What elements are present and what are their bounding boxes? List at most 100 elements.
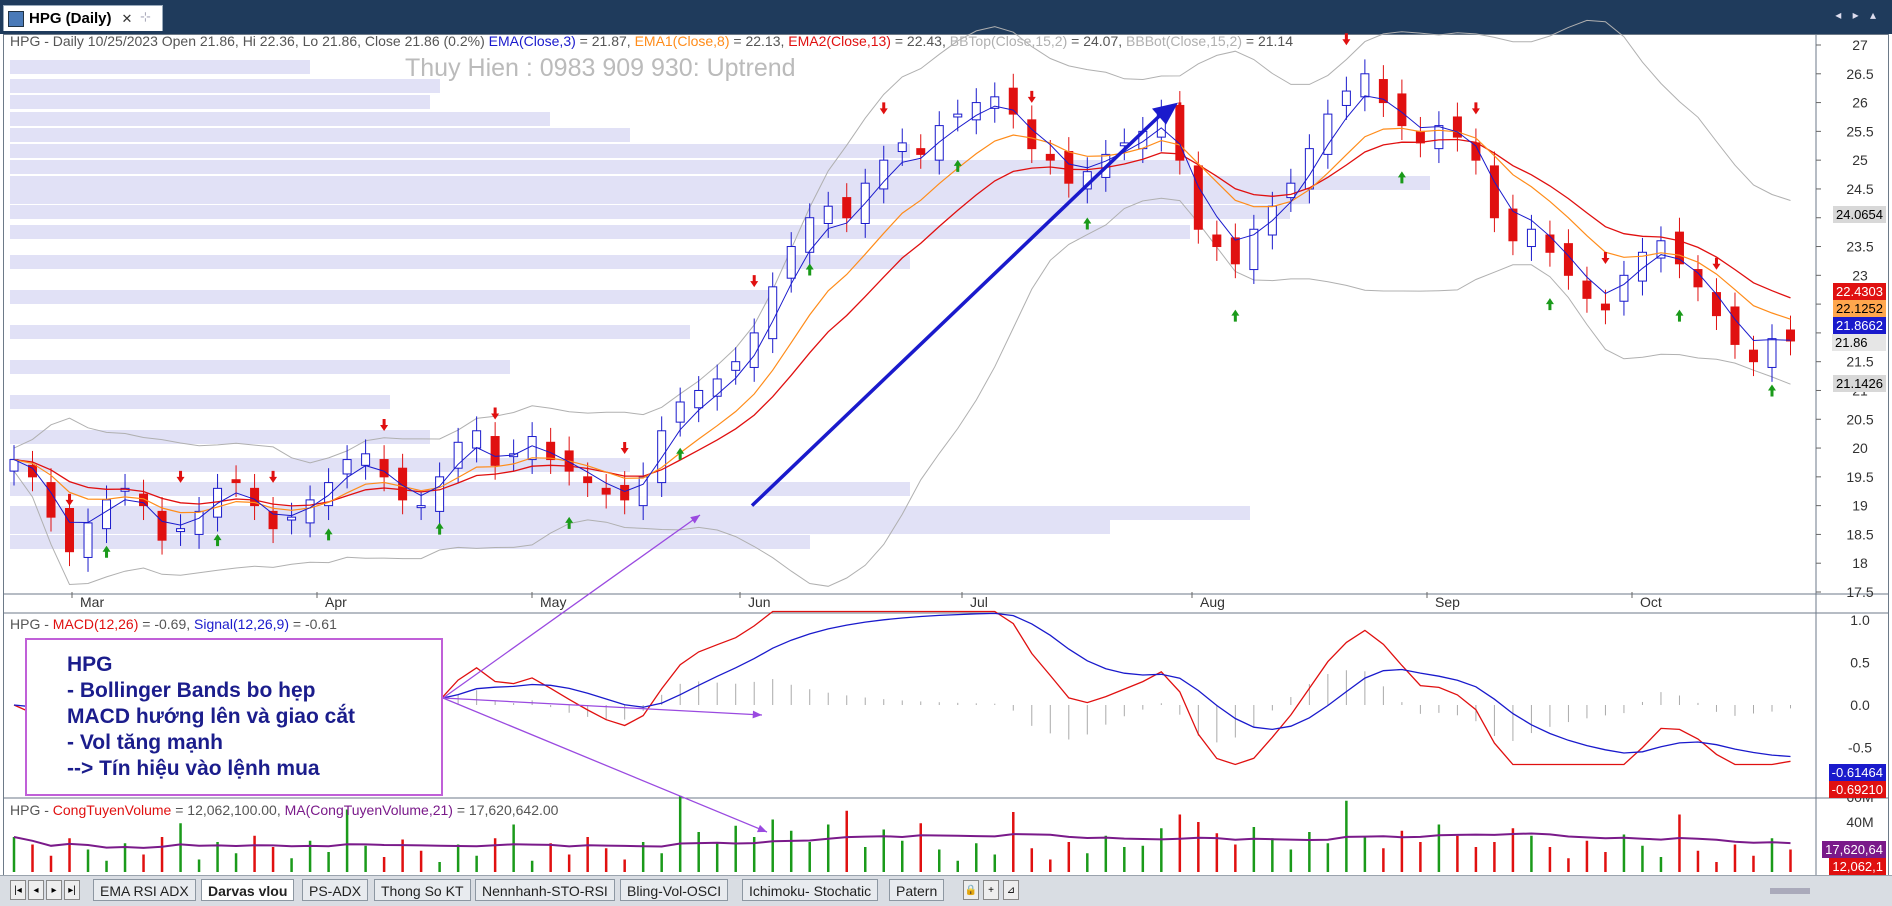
ema1-label: EMA1(Close,8) bbox=[634, 33, 730, 49]
buy-arrow-icon bbox=[1767, 384, 1776, 397]
candle-body bbox=[934, 125, 944, 161]
candle-body bbox=[1360, 73, 1370, 98]
candle-body bbox=[601, 487, 611, 495]
price-tick-label: 26.5 bbox=[1846, 66, 1873, 82]
volume-price-label: 12,062,1 bbox=[1829, 858, 1886, 875]
macd-tick-label: 0.0 bbox=[1850, 697, 1870, 713]
candle-body bbox=[1619, 274, 1629, 302]
sheet-tab-ichimoku[interactable]: Ichimoku- Stochatic bbox=[742, 879, 879, 901]
annotation-line-3: MACD hướng lên và giao cắt bbox=[67, 705, 356, 728]
volume-tick-label: 40M bbox=[1846, 814, 1873, 830]
candle-body bbox=[361, 453, 371, 466]
candle-body bbox=[83, 522, 93, 558]
sheet-menu-icon[interactable]: ⊿ bbox=[1003, 880, 1019, 900]
volume-profile-bar bbox=[10, 290, 770, 304]
candle-body bbox=[157, 510, 167, 541]
candle-body bbox=[675, 401, 685, 423]
candle-body bbox=[65, 508, 75, 553]
bbbot-value: = 21.14 bbox=[1242, 33, 1293, 49]
add-sheet-icon[interactable]: + bbox=[983, 880, 999, 900]
prev-sheet-icon[interactable]: ◂ bbox=[28, 880, 44, 900]
volume-profile-bar bbox=[10, 255, 910, 269]
price-tick-label: 20 bbox=[1852, 440, 1868, 456]
candle-body bbox=[1415, 130, 1425, 144]
month-label: Oct bbox=[1640, 594, 1662, 610]
volume-label: CongTuyenVolume bbox=[52, 802, 172, 818]
price-tick-label: 19.5 bbox=[1846, 469, 1873, 485]
sell-arrow-icon bbox=[269, 470, 278, 483]
buy-arrow-icon bbox=[1231, 309, 1240, 322]
volume-profile-bar bbox=[10, 95, 430, 109]
candle-body bbox=[823, 205, 833, 224]
candle-body bbox=[1526, 228, 1536, 248]
sell-arrow-icon bbox=[380, 419, 389, 432]
price-tick-label: 21.5 bbox=[1846, 354, 1873, 370]
annotation-line-2: - Bollinger Bands bo hẹp bbox=[67, 679, 316, 702]
first-sheet-icon[interactable]: |◂ bbox=[10, 880, 26, 900]
sell-arrow-icon bbox=[1027, 90, 1036, 103]
bbbot-price-label: 21.1426 bbox=[1833, 375, 1886, 392]
volume-value: = 12,062,100.00, bbox=[171, 802, 285, 818]
candle-body bbox=[194, 510, 204, 535]
macd-tick-label: 0.5 bbox=[1850, 655, 1870, 671]
price-tick-label: 20.5 bbox=[1846, 411, 1873, 427]
sheet-tab-ps-adx[interactable]: PS-ADX bbox=[302, 879, 369, 901]
candle-body bbox=[1600, 303, 1610, 311]
candle-body bbox=[1341, 90, 1351, 106]
macd-prefix: HPG - bbox=[10, 616, 53, 632]
candle-body bbox=[379, 459, 389, 478]
price-tick-label: 23 bbox=[1852, 267, 1868, 283]
candle-body bbox=[1286, 182, 1296, 199]
candle-body bbox=[953, 113, 963, 118]
sheet-tab-bling-vol-osci[interactable]: Bling-Vol-OSCI bbox=[620, 879, 729, 901]
symbol-info: HPG - Daily 10/25/2023 Open 21.86, Hi 22… bbox=[10, 33, 485, 49]
candle-body bbox=[1064, 151, 1074, 184]
candle-body bbox=[1323, 113, 1333, 155]
month-label: Sep bbox=[1435, 594, 1460, 610]
candle-body bbox=[176, 528, 186, 533]
candle-body bbox=[1230, 237, 1240, 265]
month-label: Mar bbox=[80, 594, 104, 610]
volume-profile-bar bbox=[10, 325, 690, 339]
price-tick-label: 19 bbox=[1852, 498, 1868, 514]
scroll-indicator[interactable] bbox=[1770, 888, 1810, 894]
annotation-line-1: HPG bbox=[67, 653, 113, 676]
sheet-tab-ema-rsi-adx[interactable]: EMA RSI ADX bbox=[93, 879, 196, 901]
ema1-price-label: 22.1252 bbox=[1833, 300, 1886, 317]
price-tick-label: 25 bbox=[1852, 152, 1868, 168]
candle-body bbox=[842, 197, 852, 219]
buy-arrow-icon bbox=[1675, 309, 1684, 322]
sheet-tab-patern[interactable]: Patern bbox=[889, 879, 945, 901]
volume-profile-bar bbox=[10, 190, 1310, 204]
sell-arrow-icon bbox=[620, 442, 629, 455]
ema-value: = 21.87, bbox=[575, 33, 635, 49]
volume-profile-bar bbox=[10, 225, 1190, 239]
sheet-tab-nennhanh[interactable]: Nennhanh-STO-RSI bbox=[475, 879, 615, 901]
candle-body bbox=[1730, 306, 1740, 345]
annotation-pointer-arrow-icon bbox=[752, 710, 762, 719]
ema-label: EMA(Close,3) bbox=[488, 33, 576, 49]
next-sheet-icon[interactable]: ▸ bbox=[46, 880, 62, 900]
sell-arrow-icon bbox=[750, 275, 759, 288]
candle-body bbox=[897, 142, 907, 153]
month-label: Jun bbox=[748, 594, 771, 610]
annotation-line-4: - Vol tăng mạnh bbox=[67, 731, 223, 754]
sell-arrow-icon bbox=[1342, 33, 1351, 46]
candle-body bbox=[1212, 234, 1222, 248]
candle-body bbox=[1193, 165, 1203, 230]
candle-body bbox=[398, 467, 408, 501]
price-tick-label: 26 bbox=[1852, 95, 1868, 111]
sheet-tab-darvas-vlou[interactable]: Darvas vlou bbox=[201, 879, 295, 901]
volume-ma-price-label: 17,620,64 bbox=[1822, 841, 1886, 858]
candle-body bbox=[1711, 292, 1721, 317]
annotation-pointer-arrow-icon bbox=[757, 824, 767, 833]
volume-profile-bar bbox=[10, 395, 390, 409]
annotation-pointer-line bbox=[442, 697, 763, 716]
volume-profile-bar bbox=[10, 430, 430, 444]
candle-body bbox=[342, 459, 352, 475]
last-sheet-icon[interactable]: ▸| bbox=[64, 880, 80, 900]
sheet-tab-bar: |◂ ◂ ▸ ▸| EMA RSI ADX Darvas vlou PS-ADX… bbox=[0, 875, 1892, 906]
lock-icon[interactable]: 🔒 bbox=[963, 880, 979, 900]
sheet-tab-thong-so-kt[interactable]: Thong So KT bbox=[374, 879, 471, 901]
volume-ma-label: MA(CongTuyenVolume,21) bbox=[284, 802, 453, 818]
